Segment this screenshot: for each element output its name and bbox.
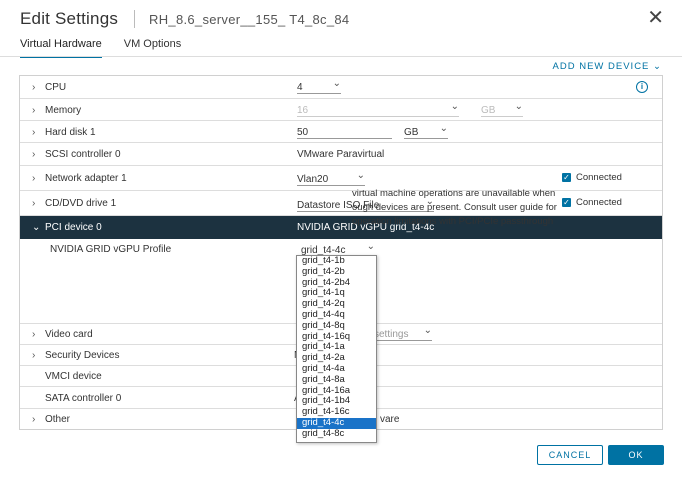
other-value: vare: [380, 414, 400, 425]
video-settings-select[interactable]: settings: [374, 325, 432, 341]
warning-line: virtual machine operations are unavailab…: [352, 188, 556, 199]
chevron-right-icon[interactable]: ›: [32, 350, 35, 361]
chevron-right-icon[interactable]: ›: [32, 105, 35, 116]
hard-disk-unit-select[interactable]: GB: [404, 123, 448, 139]
dropdown-option[interactable]: grid_t4-8a: [297, 374, 376, 386]
chevron-right-icon[interactable]: ›: [32, 198, 35, 209]
row-memory[interactable]: › Memory 16 GB: [20, 99, 662, 121]
cdrom-label: CD/DVD drive 1: [45, 198, 117, 209]
scsi-label: SCSI controller 0: [45, 149, 121, 160]
vgpu-profile-label: NVIDIA GRID vGPU Profile: [50, 244, 172, 255]
warning-line: operation limitations with PCI/PCIe pass…: [352, 216, 554, 227]
network-connected-checkbox[interactable]: ✓ Connected: [562, 172, 622, 183]
chevron-right-icon[interactable]: ›: [32, 127, 35, 138]
tab-bar: Virtual Hardware VM Options: [20, 38, 181, 58]
dropdown-option[interactable]: grid_t4-8q: [297, 320, 376, 332]
checkbox-checked-icon[interactable]: ✓: [562, 173, 571, 182]
hard-disk-label: Hard disk 1: [45, 127, 96, 138]
hard-disk-size-input[interactable]: 50: [297, 127, 392, 139]
vgpu-profile-dropdown-list[interactable]: grid_t4-1b grid_t4-2b grid_t4-2b4 grid_t4-1…: [296, 255, 377, 443]
edit-settings-dialog: Edit Settings RH_8.6_server__155_ T4_8c_…: [0, 0, 682, 480]
memory-input[interactable]: 16: [297, 101, 459, 117]
title-divider: [134, 10, 136, 28]
row-scsi-controller[interactable]: › SCSI controller 0 VMware Paravirtual: [20, 143, 662, 166]
other-label: Other: [45, 414, 71, 425]
memory-unit-select[interactable]: GB: [481, 101, 523, 117]
row-hard-disk[interactable]: › Hard disk 1 50 GB: [20, 121, 662, 143]
row-cpu[interactable]: › CPU 4 i: [20, 76, 662, 99]
pci-label: PCI device 0: [45, 222, 102, 233]
vmci-label: VMCI device: [45, 371, 102, 382]
chevron-right-icon[interactable]: ›: [32, 173, 35, 184]
chevron-right-icon[interactable]: ›: [32, 414, 35, 425]
memory-label: Memory: [45, 105, 82, 116]
scsi-value: VMware Paravirtual: [297, 149, 385, 160]
chevron-right-icon[interactable]: ›: [32, 329, 35, 340]
cancel-button[interactable]: CANCEL: [537, 445, 603, 465]
info-icon[interactable]: i: [636, 81, 648, 93]
dropdown-option[interactable]: grid_t4-2b: [297, 266, 376, 278]
sata-label: SATA controller 0: [45, 393, 122, 404]
chevron-right-icon[interactable]: ›: [32, 149, 35, 160]
close-icon[interactable]: ✕: [647, 8, 664, 28]
tab-virtual-hardware[interactable]: Virtual Hardware: [20, 38, 102, 58]
network-select[interactable]: Vlan20: [297, 170, 365, 186]
video-card-label: Video card: [45, 329, 93, 340]
dropdown-option[interactable]: grid_t4-8c: [297, 428, 376, 440]
cpu-select[interactable]: 4: [297, 78, 341, 94]
dialog-header: Edit Settings RH_8.6_server__155_ T4_8c_…: [20, 8, 349, 30]
network-label: Network adapter 1: [45, 173, 127, 184]
chevron-down-icon[interactable]: ⌄: [32, 222, 40, 233]
tab-divider: [0, 56, 682, 57]
ok-button[interactable]: OK: [608, 445, 664, 465]
warning-line: ough devices are present. Consult user g…: [352, 202, 557, 213]
security-devices-label: Security Devices: [45, 350, 120, 361]
cpu-label: CPU: [45, 82, 67, 93]
chevron-right-icon[interactable]: ›: [32, 82, 35, 93]
passthrough-warning: virtual machine operations are unavailab…: [352, 187, 622, 229]
add-new-device-button[interactable]: ADD NEW DEVICE ⌄: [553, 61, 662, 72]
vm-name: RH_8.6_server__155_ T4_8c_84: [149, 11, 350, 27]
network-connected-label: Connected: [576, 172, 622, 183]
dialog-title: Edit Settings: [20, 9, 119, 28]
tab-vm-options[interactable]: VM Options: [124, 38, 181, 58]
